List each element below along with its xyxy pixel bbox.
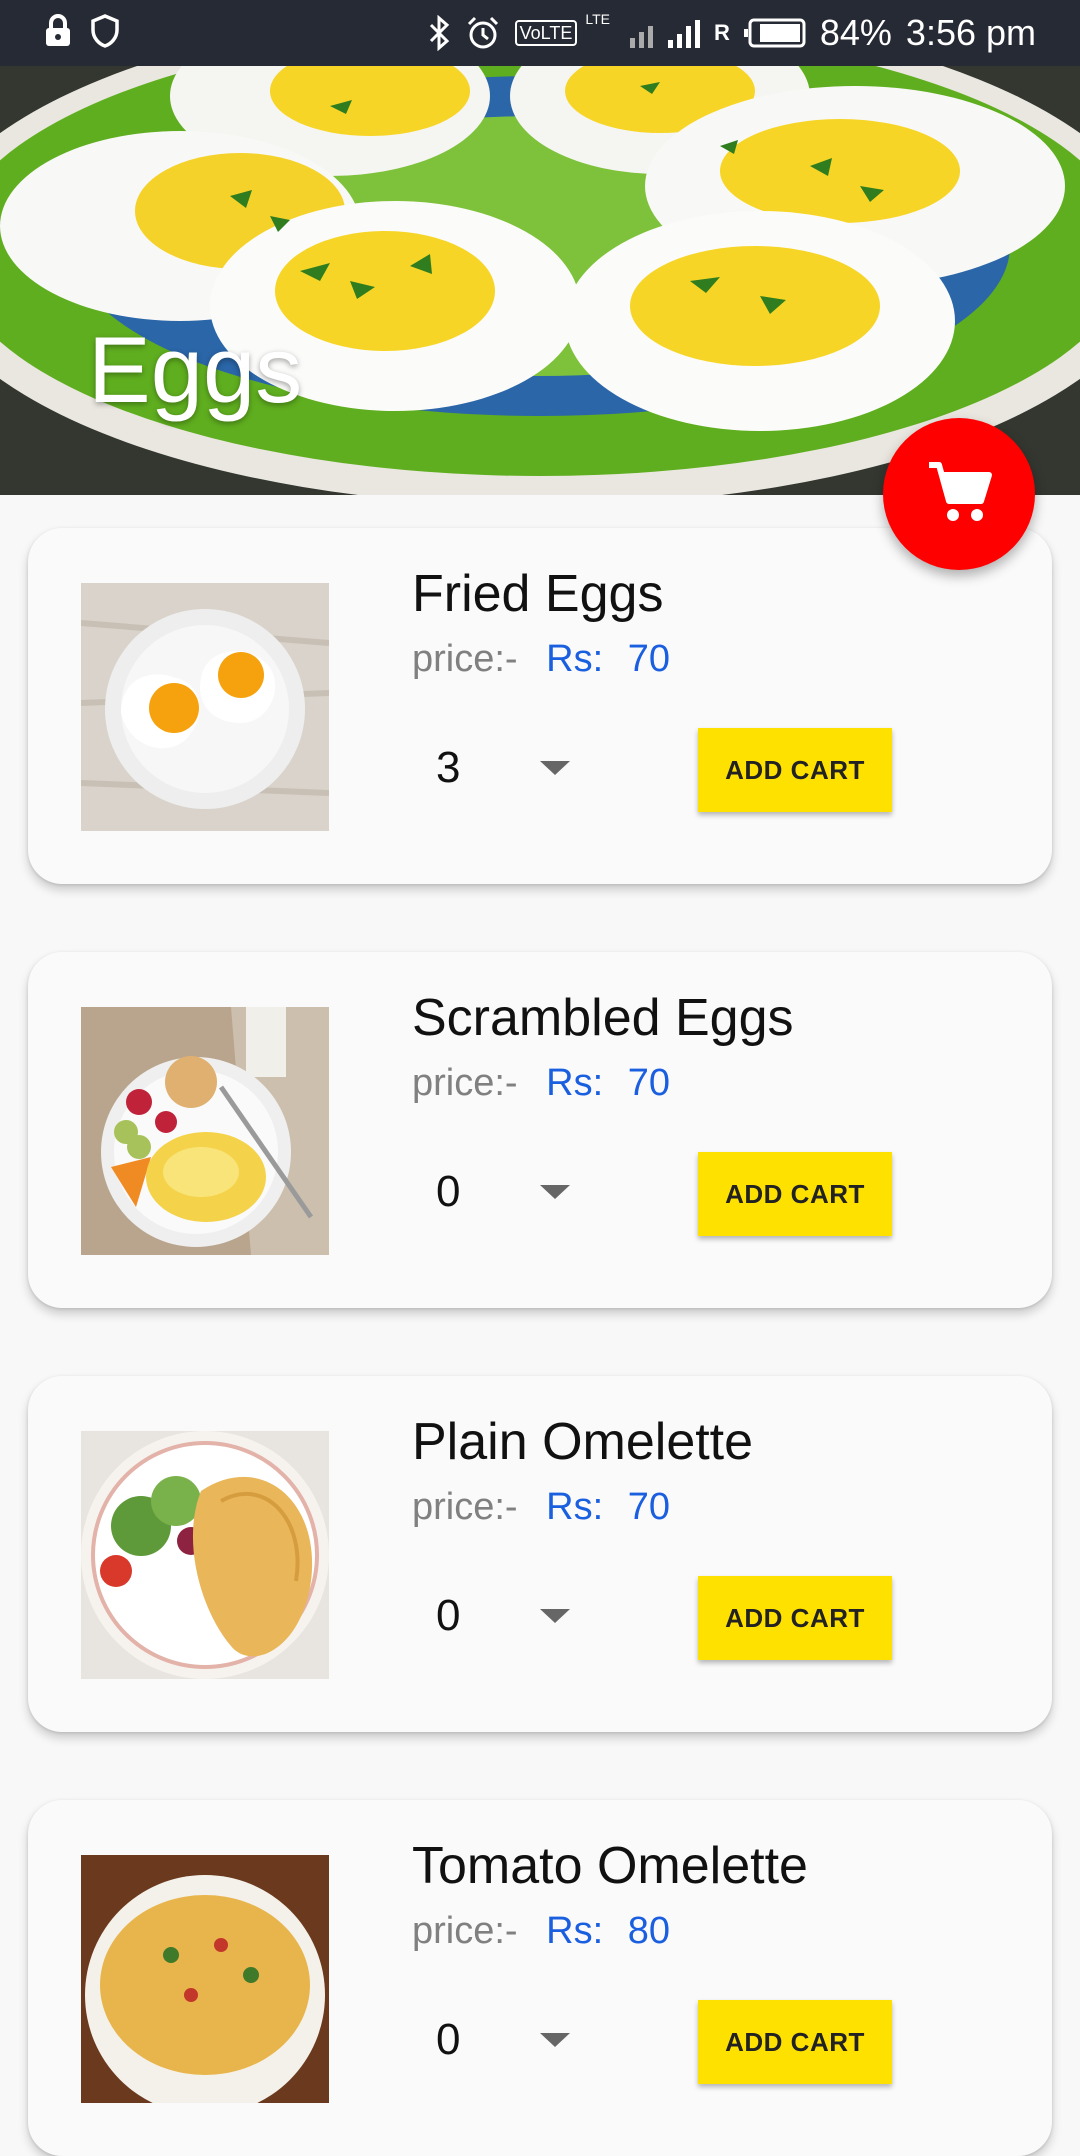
quantity-value: 0	[436, 1591, 461, 1640]
price-currency: Rs:	[546, 1910, 604, 1952]
signal-icon	[629, 18, 700, 48]
menu-item-card: Plain Omelette price:- Rs: 70 0 ADD CART	[28, 1376, 1052, 1732]
shield-icon	[90, 14, 120, 48]
add-to-cart-button[interactable]: ADD CART	[698, 1152, 892, 1236]
price-label: price:-	[412, 638, 518, 680]
item-image-tomato-omelette	[81, 1855, 329, 2103]
dropdown-arrow-icon	[540, 2033, 570, 2047]
item-name: Scrambled Eggs	[412, 989, 794, 1047]
quantity-value: 0	[436, 1167, 461, 1216]
quantity-dropdown[interactable]: 3	[436, 738, 586, 798]
add-to-cart-button[interactable]: ADD CART	[698, 1576, 892, 1660]
roaming-indicator: R	[713, 20, 730, 45]
price-value: 70	[627, 1486, 670, 1528]
dropdown-arrow-icon	[540, 761, 570, 775]
bluetooth-icon	[427, 15, 451, 51]
price-value: 70	[627, 638, 670, 680]
volte-badge: VoLTE	[514, 20, 578, 46]
lock-icon	[44, 14, 72, 48]
price-currency: Rs:	[546, 1486, 604, 1528]
lte-label: LTE	[585, 11, 610, 27]
price-currency: Rs:	[546, 638, 604, 680]
battery-percent: 84%	[819, 12, 892, 53]
quantity-dropdown[interactable]: 0	[436, 1162, 586, 1222]
category-title: Eggs	[88, 317, 303, 422]
item-name: Plain Omelette	[412, 1413, 754, 1471]
clock: 3:56 pm	[905, 12, 1036, 53]
item-image-plain-omelette	[81, 1431, 329, 1679]
menu-item-card: Scrambled Eggs price:- Rs: 70 0 ADD CART	[28, 952, 1052, 1308]
menu-item-card: Tomato Omelette price:- Rs: 80 0 ADD CAR…	[28, 1800, 1052, 2156]
item-name: Fried Eggs	[412, 565, 664, 623]
item-price: price:- Rs: 80	[412, 1910, 670, 1953]
item-price: price:- Rs: 70	[412, 1486, 670, 1529]
status-bar: VoLTE LTE R 84% 3:56 pm	[0, 0, 1080, 66]
alarm-icon	[465, 15, 501, 51]
item-image-scrambled-eggs	[81, 1007, 329, 1255]
item-image-fried-eggs	[81, 583, 329, 831]
quantity-dropdown[interactable]: 0	[436, 1586, 586, 1646]
price-label: price:-	[412, 1910, 518, 1952]
quantity-dropdown[interactable]: 0	[436, 2010, 586, 2070]
price-value: 80	[627, 1910, 670, 1952]
dropdown-arrow-icon	[540, 1609, 570, 1623]
cart-fab-button[interactable]	[883, 418, 1035, 570]
add-to-cart-button[interactable]: ADD CART	[698, 728, 892, 812]
price-label: price:-	[412, 1486, 518, 1528]
menu-item-card: Fried Eggs price:- Rs: 70 3 ADD CART	[28, 528, 1052, 884]
cart-icon	[925, 459, 993, 530]
battery-icon	[743, 18, 806, 48]
item-price: price:- Rs: 70	[412, 1062, 670, 1105]
quantity-value: 3	[436, 743, 461, 792]
item-name: Tomato Omelette	[412, 1837, 808, 1895]
price-value: 70	[627, 1062, 670, 1104]
price-label: price:-	[412, 1062, 518, 1104]
add-to-cart-button[interactable]: ADD CART	[698, 2000, 892, 2084]
dropdown-arrow-icon	[540, 1185, 570, 1199]
quantity-value: 0	[436, 2015, 461, 2064]
price-currency: Rs:	[546, 1062, 604, 1104]
item-price: price:- Rs: 70	[412, 638, 670, 681]
